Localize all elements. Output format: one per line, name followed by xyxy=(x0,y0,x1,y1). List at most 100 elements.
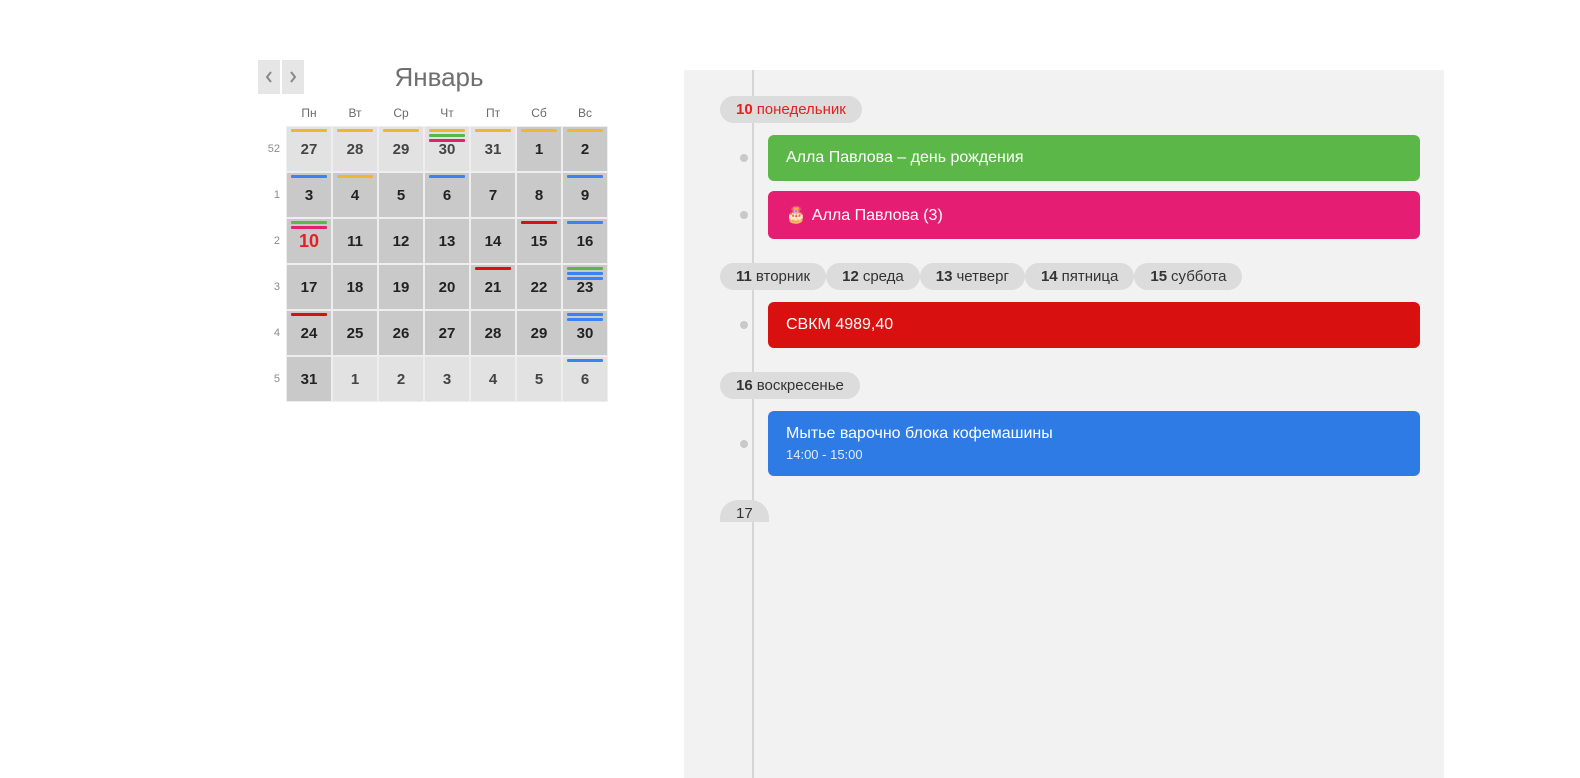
day-cell[interactable]: 4 xyxy=(470,356,516,402)
day-number: 11 xyxy=(347,233,363,250)
event-title: СВКМ 4989,40 xyxy=(786,316,1402,334)
day-cell[interactable]: 26 xyxy=(378,310,424,356)
weekday-header: Пт xyxy=(470,104,516,126)
agenda-day-header[interactable]: 16воскресенье xyxy=(720,372,860,399)
day-cell[interactable]: 19 xyxy=(378,264,424,310)
event-indicator xyxy=(291,313,327,316)
agenda-day-header[interactable]: 10понедельник xyxy=(720,96,862,123)
day-number: 1 xyxy=(351,371,359,388)
agenda-event[interactable]: Мытье варочно блока кофемашины 14:00 - 15… xyxy=(768,411,1420,476)
birthday-cake-icon: 🎂 xyxy=(786,207,806,224)
day-cell[interactable]: 21 xyxy=(470,264,516,310)
day-number: 25 xyxy=(347,325,364,342)
day-cell[interactable]: 13 xyxy=(424,218,470,264)
day-number: 28 xyxy=(347,141,364,158)
day-cell[interactable]: 31 xyxy=(470,126,516,172)
agenda-event[interactable]: 🎂Алла Павлова (3) xyxy=(768,191,1420,239)
day-cell[interactable]: 1 xyxy=(516,126,562,172)
event-indicator xyxy=(567,272,603,275)
day-cell[interactable]: 6 xyxy=(424,172,470,218)
day-cell[interactable]: 6 xyxy=(562,356,608,402)
day-cell[interactable]: 18 xyxy=(332,264,378,310)
day-cell[interactable]: 25 xyxy=(332,310,378,356)
day-number: 5 xyxy=(535,371,543,388)
day-cell[interactable]: 30 xyxy=(424,126,470,172)
day-cell[interactable]: 5 xyxy=(378,172,424,218)
day-number: 6 xyxy=(581,371,589,388)
week-number: 1 xyxy=(258,189,286,201)
event-time: 14:00 - 15:00 xyxy=(786,447,1402,462)
day-cell[interactable]: 1 xyxy=(332,356,378,402)
day-cell[interactable]: 4 xyxy=(332,172,378,218)
day-cell[interactable]: 20 xyxy=(424,264,470,310)
day-number: 30 xyxy=(577,325,594,342)
event-title: 🎂Алла Павлова (3) xyxy=(786,205,1402,225)
day-cell[interactable]: 29 xyxy=(516,310,562,356)
day-cell[interactable]: 7 xyxy=(470,172,516,218)
day-cell[interactable]: 8 xyxy=(516,172,562,218)
timeline-line xyxy=(752,70,754,778)
agenda-event[interactable]: Алла Павлова – день рождения xyxy=(768,135,1420,181)
weekday-header: Вт xyxy=(332,104,378,126)
week-number: 5 xyxy=(258,373,286,385)
event-indicator xyxy=(383,129,419,132)
day-number: 29 xyxy=(531,325,548,342)
day-number: 22 xyxy=(531,279,548,296)
day-cell[interactable]: 16 xyxy=(562,218,608,264)
agenda-panel[interactable]: 10понедельник Алла Павлова – день рождени… xyxy=(684,70,1444,778)
event-indicator xyxy=(337,129,373,132)
day-number: 1 xyxy=(535,141,543,158)
day-cell[interactable]: 27 xyxy=(424,310,470,356)
day-number: 3 xyxy=(305,187,313,204)
day-cell[interactable]: 11 xyxy=(332,218,378,264)
day-number: 12 xyxy=(393,233,410,250)
day-cell[interactable]: 9 xyxy=(562,172,608,218)
agenda-day-name: вторник xyxy=(756,268,810,285)
day-cell[interactable]: 24 xyxy=(286,310,332,356)
event-indicator xyxy=(567,277,603,280)
day-cell[interactable]: 5 xyxy=(516,356,562,402)
day-cell[interactable]: 27 xyxy=(286,126,332,172)
day-cell[interactable]: 31 xyxy=(286,356,332,402)
day-number: 20 xyxy=(439,279,456,296)
agenda-day-header[interactable]: 14пятница xyxy=(1025,263,1134,290)
day-cell[interactable]: 2 xyxy=(562,126,608,172)
day-cell[interactable]: 23 xyxy=(562,264,608,310)
day-number: 4 xyxy=(489,371,497,388)
day-cell[interactable]: 28 xyxy=(332,126,378,172)
agenda-event[interactable]: СВКМ 4989,40 xyxy=(768,302,1420,348)
agenda-day-name: среда xyxy=(863,268,904,285)
event-title: Мытье варочно блока кофемашины xyxy=(786,425,1402,443)
event-indicator xyxy=(521,129,557,132)
day-cell[interactable]: 3 xyxy=(286,172,332,218)
day-number: 9 xyxy=(581,187,589,204)
event-indicator xyxy=(567,221,603,224)
day-cell[interactable]: 12 xyxy=(378,218,424,264)
day-cell[interactable]: 28 xyxy=(470,310,516,356)
agenda-day-header[interactable]: 17 xyxy=(720,500,769,522)
agenda-day-name: пятница xyxy=(1062,268,1119,285)
month-title: Январь xyxy=(260,62,618,93)
agenda-day-header[interactable]: 13четверг xyxy=(920,263,1025,290)
month-grid: ПнВтСрЧтПтСбВс52272829303112134567892101… xyxy=(258,104,618,402)
day-number: 28 xyxy=(485,325,502,342)
day-cell[interactable]: 17 xyxy=(286,264,332,310)
day-cell[interactable]: 30 xyxy=(562,310,608,356)
day-cell[interactable]: 14 xyxy=(470,218,516,264)
agenda-day-header[interactable]: 11вторник xyxy=(720,263,826,290)
day-cell[interactable]: 2 xyxy=(378,356,424,402)
event-indicator xyxy=(429,175,465,178)
agenda-day-header[interactable]: 12среда xyxy=(826,263,920,290)
day-cell[interactable]: 10 xyxy=(286,218,332,264)
day-number: 3 xyxy=(443,371,451,388)
day-cell[interactable]: 29 xyxy=(378,126,424,172)
day-cell[interactable]: 3 xyxy=(424,356,470,402)
event-indicator xyxy=(475,267,511,270)
day-cell[interactable]: 22 xyxy=(516,264,562,310)
day-number: 16 xyxy=(577,233,594,250)
agenda-day-name: суббота xyxy=(1171,268,1226,285)
day-number: 23 xyxy=(577,279,594,296)
agenda-day-header[interactable]: 15суббота xyxy=(1134,263,1242,290)
day-number: 30 xyxy=(439,141,456,158)
day-cell[interactable]: 15 xyxy=(516,218,562,264)
